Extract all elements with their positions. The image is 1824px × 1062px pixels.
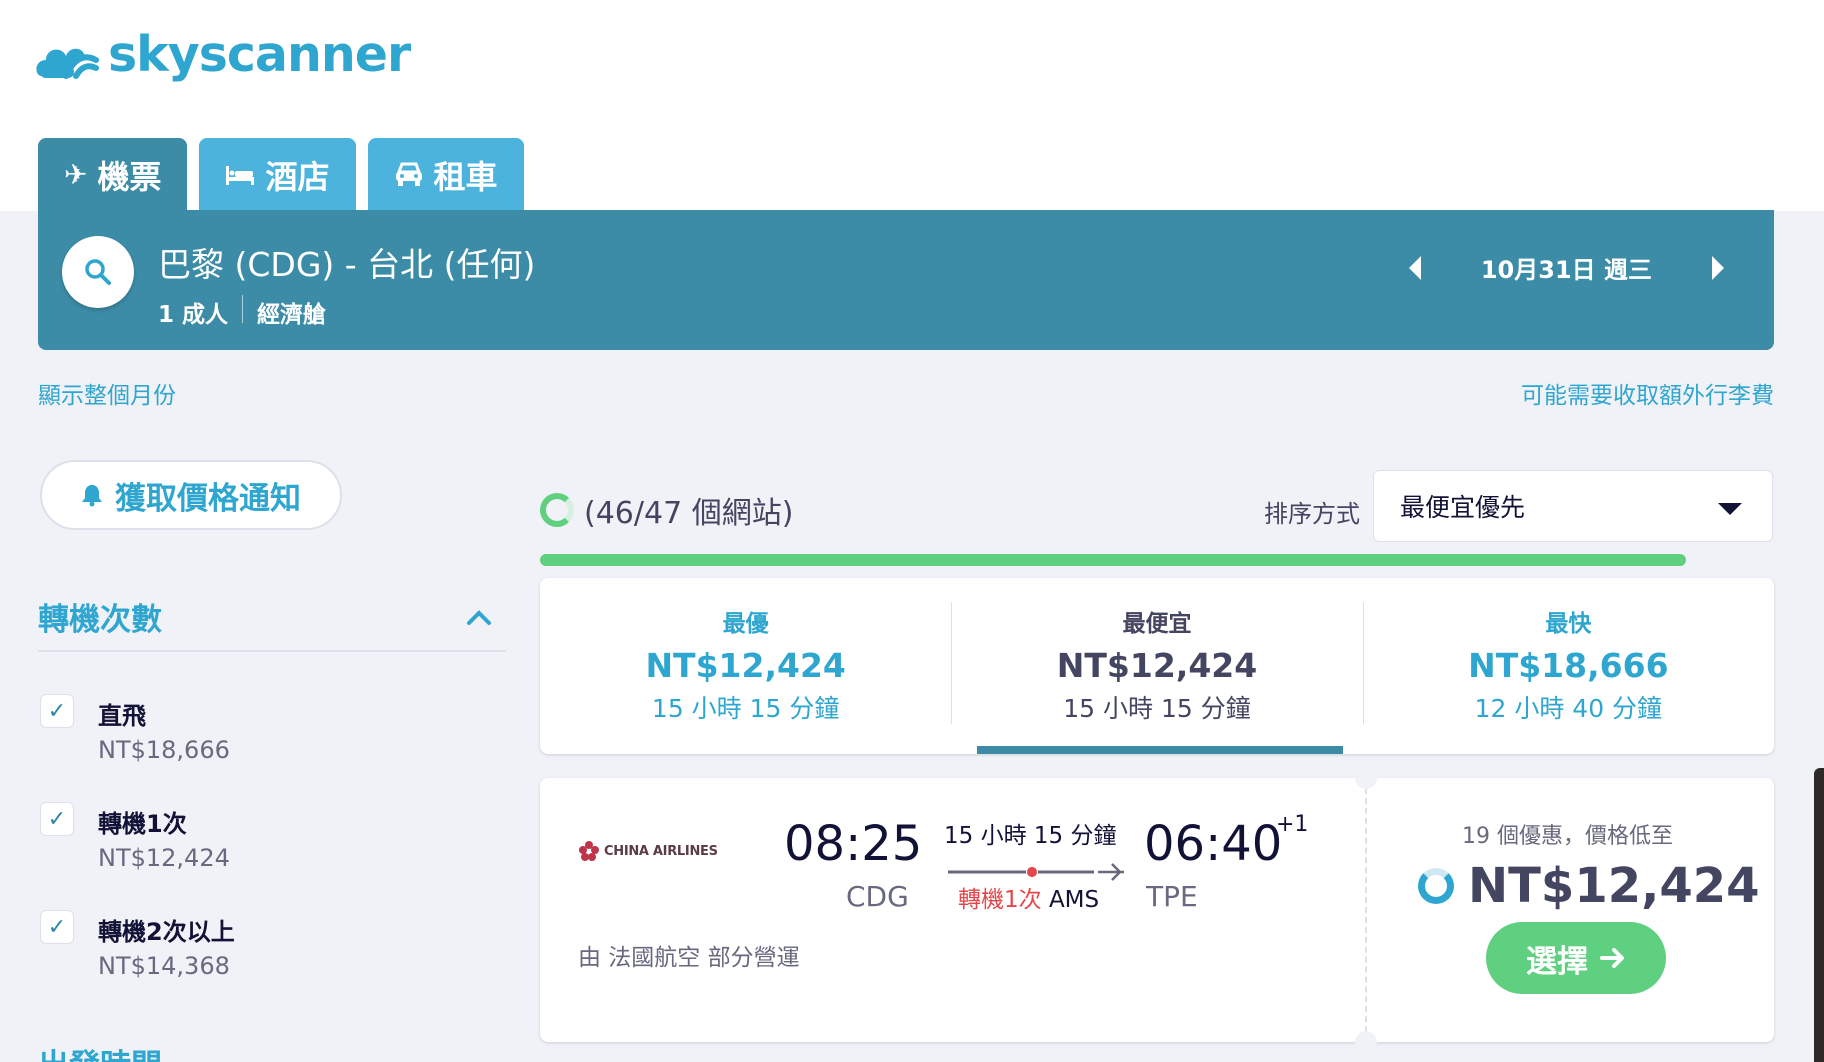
header: skyscanner ✈ 機票 酒店 租車 (0, 0, 1824, 211)
tab-car-hire[interactable]: 租車 (367, 138, 524, 211)
show-whole-month-link[interactable]: 顯示整個月份 (38, 376, 176, 410)
ticket-notch (1355, 1031, 1377, 1053)
brand-name: skyscanner (108, 26, 411, 83)
tab-label: 租車 (433, 157, 498, 196)
summary-duration: 15 小時 15 分鐘 (651, 694, 840, 723)
tab-hotels[interactable]: 酒店 (199, 138, 356, 211)
result-summary-tabs: 最優 NT$12,424 15 小時 15 分鐘 最便宜 NT$12,424 1… (540, 578, 1774, 754)
departure-airport: CDG (846, 880, 909, 913)
stop-airport: AMS (1048, 887, 1100, 913)
flight-result-card[interactable]: CHINA AIRLINES 08:25 CDG 15 小時 15 分鐘 轉機1… (540, 767, 1774, 1053)
summary-head: 最便宜 (1122, 611, 1192, 637)
select-label: 選擇 (1526, 943, 1588, 980)
previous-date-icon[interactable] (1408, 255, 1421, 280)
stop-option-label: 轉機1次 (98, 810, 187, 838)
selected-date[interactable]: 10月31日 週三 (1481, 250, 1652, 285)
summary-head: 最優 (722, 611, 769, 637)
arrival-time: 06:40 (1144, 816, 1283, 872)
summary-price: NT$18,666 (1468, 646, 1669, 685)
progress-text: (46/47 個網站) (584, 496, 794, 531)
next-date-icon[interactable] (1712, 255, 1724, 280)
divider (242, 295, 244, 323)
route-text[interactable]: 巴黎 (CDG) - 台北 (任何) (158, 238, 535, 286)
skyscanner-logo[interactable]: skyscanner (36, 26, 411, 83)
day-offset: +1 (1276, 812, 1309, 837)
operated-by: 由 法國航空 部分營運 (578, 945, 800, 971)
search-icon (85, 259, 111, 285)
bed-icon (226, 165, 255, 185)
checkbox-checked-icon[interactable]: ✓ (40, 910, 74, 944)
tab-label: 機票 (97, 157, 162, 196)
info-links: 顯示整個月份 可能需要收取額外行李費 (38, 376, 1774, 410)
baggage-fee-link[interactable]: 可能需要收取額外行李費 (1521, 376, 1774, 410)
select-button[interactable]: 選擇 (1486, 922, 1666, 994)
plane-icon: ✈ (64, 158, 88, 191)
stops-info: 轉機1次 AMS (958, 880, 1099, 914)
divider (38, 650, 506, 652)
sort-select[interactable]: 最便宜優先 (1373, 470, 1773, 542)
stops-filter-title[interactable]: 轉機次數 (38, 594, 162, 639)
summary-duration: 15 小時 15 分鐘 (1063, 694, 1251, 723)
flight-duration: 15 小時 15 分鐘 (944, 823, 1117, 849)
summary-tab-best[interactable]: 最優 NT$12,424 15 小時 15 分鐘 (540, 578, 951, 754)
divider (1365, 778, 1367, 1042)
price-alert-button[interactable]: 獲取價格通知 (40, 460, 342, 530)
tab-flights[interactable]: ✈ 機票 (38, 138, 188, 211)
skyscanner-cloud-icon (36, 48, 99, 79)
stop-option-price: NT$18,666 (98, 736, 230, 764)
airline-name: CHINA AIRLINES (604, 843, 718, 859)
departure-time: 08:25 (784, 816, 923, 872)
price-row: NT$12,424 (1418, 858, 1760, 914)
product-tabs: ✈ 機票 酒店 租車 (38, 138, 524, 211)
stop-option-label: 轉機2次以上 (98, 918, 235, 946)
deals-count: 19 個優惠，價格低至 (1462, 824, 1673, 849)
sort-label: 排序方式 (1264, 500, 1360, 528)
summary-tab-cheapest[interactable]: 最便宜 NT$12,424 15 小時 15 分鐘 (951, 578, 1362, 754)
result-price: NT$12,424 (1468, 858, 1760, 914)
side-image-edge (1814, 768, 1824, 1062)
checkbox-checked-icon[interactable]: ✓ (40, 802, 74, 836)
car-icon (395, 162, 422, 186)
stops-count: 轉機1次 (958, 887, 1042, 913)
route-line-icon (948, 863, 1124, 881)
loading-spinner-icon (540, 493, 574, 527)
price-alert-label: 獲取價格通知 (115, 480, 301, 517)
caret-down-icon (1718, 503, 1742, 515)
checkbox-checked-icon[interactable]: ✓ (40, 694, 74, 728)
bell-icon (82, 485, 102, 507)
progress-bar (540, 554, 1686, 566)
plum-blossom-icon (579, 841, 599, 861)
cabin-class: 經濟艙 (257, 302, 327, 328)
summary-tab-fastest[interactable]: 最快 NT$18,666 12 小時 40 分鐘 (1362, 578, 1774, 754)
search-progress: (46/47 個網站) (540, 488, 793, 532)
passenger-info[interactable]: 1 成人 經濟艙 (158, 295, 326, 329)
arrival-airport: TPE (1146, 880, 1198, 913)
passenger-count: 1 成人 (158, 302, 229, 328)
date-navigator: 10月31日 週三 (1408, 250, 1724, 285)
summary-price: NT$12,424 (1056, 646, 1258, 685)
stop-option-price: NT$14,368 (98, 952, 230, 980)
search-button[interactable] (62, 236, 134, 308)
stop-option-price: NT$12,424 (98, 844, 230, 872)
sort-value: 最便宜優先 (1400, 493, 1526, 522)
summary-head: 最快 (1545, 611, 1592, 637)
summary-price: NT$12,424 (645, 646, 846, 685)
chevron-up-icon[interactable] (466, 604, 492, 630)
stop-option-label: 直飛 (98, 702, 146, 730)
departure-time-filter-title[interactable]: 出發時間 (38, 1040, 162, 1062)
loading-spinner-icon (1418, 868, 1454, 904)
arrow-right-icon (1600, 948, 1624, 968)
summary-duration: 12 小時 40 分鐘 (1474, 694, 1663, 723)
ticket-notch (1355, 767, 1377, 789)
search-summary-bar: 巴黎 (CDG) - 台北 (任何) 1 成人 經濟艙 10月31日 週三 (38, 210, 1774, 350)
tab-label: 酒店 (265, 157, 330, 196)
airline-logo: CHINA AIRLINES (578, 840, 718, 862)
